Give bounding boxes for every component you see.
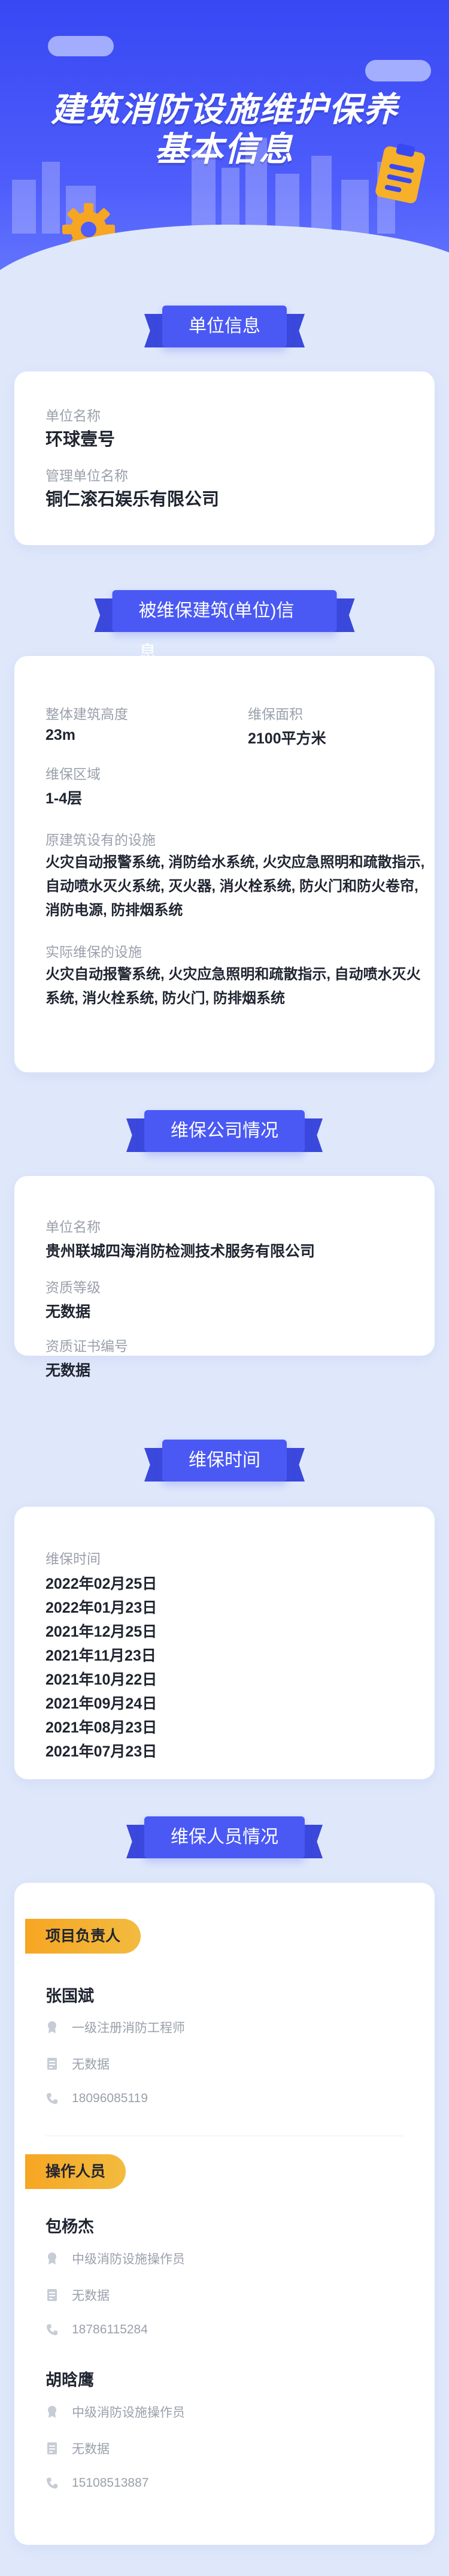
cloud-decoration [48,36,114,56]
operator-tag: 操作人员 [25,2154,126,2189]
schedule-date: 2022年02月25日 [45,1576,157,1592]
manager-value: 铜仁滚石娱乐有限公司 [45,490,220,509]
schedule-date: 2021年10月22日 [45,1671,157,1688]
original-facilities-value: 火灾自动报警系统, 消防给水系统, 火灾应急照明和疏散指示, 自动喷水灭火系统,… [45,854,425,918]
phone-icon [45,2477,59,2490]
certificate-badge-icon [45,2405,59,2418]
operator-phone-row[interactable]: 15108513887 [45,2476,148,2490]
operator-phone-row[interactable]: 18786115284 [45,2323,148,2337]
zone-value: 1-4层 [45,790,83,807]
leader-title-row: 一级注册消防工程师 [45,2018,185,2036]
cloud-decoration [365,60,431,81]
project-leader-tag: 项目负责人 [25,1919,141,1954]
schedule-card: 维保时间 2022年02月25日 2022年01月23日 2021年12月25日… [14,1507,435,1779]
unit-name-value: 环球壹号 [45,430,116,449]
section-banner-staff: 维保人员情况 [144,1816,305,1858]
leader-name: 张国斌 [45,1987,94,2005]
certificate-badge-icon [45,2252,59,2265]
unit-name-label: 单位名称 [45,408,101,424]
operator-phone[interactable]: 18786115284 [72,2323,148,2337]
operator-title: 中级消防设施操作员 [72,2406,185,2420]
section-banner-schedule: 维保时间 [162,1440,287,1481]
operator-name: 胡晗鹰 [45,2371,94,2389]
leader-title: 一级注册消防工程师 [72,2021,185,2035]
schedule-date: 2021年08月23日 [45,1719,157,1736]
operator-cert-row: 无数据 [45,2286,110,2304]
qualification-level-value: 无数据 [45,1304,91,1320]
operator-phone[interactable]: 15108513887 [72,2476,148,2490]
unit-info-card: 单位名称 环球壹号 管理单位名称 铜仁滚石娱乐有限公司 [14,371,435,545]
section-banner-company: 维保公司情况 [144,1110,305,1152]
certificate-number-label: 资质证书编号 [45,1338,128,1354]
height-value: 23m [45,727,76,743]
phone-icon [45,2092,59,2105]
schedule-date: 2021年07月23日 [45,1743,157,1760]
operator-title-row: 中级消防设施操作员 [45,2403,185,2421]
leader-phone[interactable]: 18096085119 [72,2091,148,2106]
area-value: 2100平方米 [248,730,326,747]
schedule-date: 2021年11月23日 [45,1647,156,1664]
manager-label: 管理单位名称 [45,468,128,483]
company-name-label: 单位名称 [45,1219,101,1235]
actual-facilities-value: 火灾自动报警系统, 火灾应急照明和疏散指示, 自动喷水灭火系统, 消火栓系统, … [45,966,421,1006]
operator-cert: 无数据 [72,2289,110,2303]
operator-cert-row: 无数据 [45,2439,110,2457]
leader-cert-row: 无数据 [45,2055,110,2073]
schedule-date: 2021年09月24日 [45,1695,157,1712]
staff-card: 项目负责人 张国斌 一级注册消防工程师 无数据 18096085119 操作人员… [14,1883,435,2545]
document-icon [45,2288,59,2302]
certificate-badge-icon [45,2021,59,2034]
height-label: 整体建筑高度 [45,706,128,722]
original-facilities-label: 原建筑设有的设施 [45,832,156,848]
document-icon [45,2057,59,2070]
operator-title: 中级消防设施操作员 [72,2253,185,2266]
qualification-level-label: 资质等级 [45,1280,101,1295]
operator-cert: 无数据 [72,2442,110,2456]
zone-label: 维保区域 [45,766,101,782]
document-icon [45,2442,59,2455]
operator-title-row: 中级消防设施操作员 [45,2250,185,2267]
company-info-card: 单位名称 贵州联城四海消防检测技术服务有限公司 资质等级 无数据 资质证书编号 [14,1176,435,1356]
phone-icon [45,2323,59,2336]
clipboard-icon [375,143,425,204]
building-info-card: 整体建筑高度 23m 维保面积 2100平方米 维保区域 1-4层 原建筑设有的… [14,656,435,1072]
schedule-date: 2022年01月23日 [45,1600,157,1616]
section-banner-building: 被维保建筑(单位)信息 [112,590,337,663]
leader-cert: 无数据 [72,2058,110,2072]
certificate-number-value: 无数据 [45,1362,91,1379]
company-name-value: 贵州联城四海消防检测技术服务有限公司 [45,1243,315,1260]
leader-phone-row[interactable]: 18096085119 [45,2091,148,2106]
schedule-date: 2021年12月25日 [45,1623,157,1640]
actual-facilities-label: 实际维保的设施 [45,944,142,960]
schedule-label: 维保时间 [45,1551,101,1567]
operator-name: 包杨杰 [45,2218,94,2236]
section-banner-unit-info: 单位信息 [162,306,287,347]
area-label: 维保面积 [248,706,303,722]
hero-header: 建筑消防设施维护保养 基本信息 [0,0,449,306]
